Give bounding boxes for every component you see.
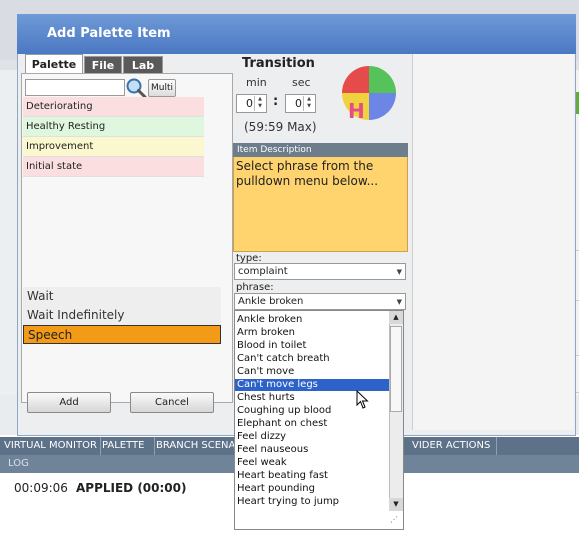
scroll-down-icon[interactable]: ▼ (389, 498, 403, 511)
search-icon[interactable] (125, 77, 147, 99)
tab-palette[interactable]: Palette (25, 54, 83, 74)
seconds-stepper[interactable]: 0 ▲ ▼ (285, 94, 316, 113)
scroll-up-icon[interactable]: ▲ (389, 311, 403, 324)
dialog-right-column (412, 54, 574, 430)
phrase-option[interactable]: Ankle broken (235, 314, 389, 326)
wait-option[interactable]: Wait (23, 287, 221, 306)
cancel-button[interactable]: Cancel (130, 392, 214, 413)
item-description-text: Select phrase from the pulldown menu bel… (236, 159, 379, 188)
scrollbar-thumb[interactable] (390, 326, 402, 412)
palette-item[interactable]: Improvement (23, 137, 204, 157)
phrase-label: phrase: (236, 282, 274, 293)
chevron-down-icon: ▼ (396, 268, 402, 276)
phrase-option[interactable]: Arm broken (235, 327, 389, 339)
dialog-title: Add Palette Item (17, 14, 576, 54)
transition-title: Transition (242, 56, 315, 71)
log-time: 00:09:06 (14, 481, 68, 495)
phrase-option[interactable]: Feel nauseous (235, 444, 389, 456)
palette-item[interactable]: Deteriorating (23, 97, 204, 117)
item-description-header: Item Description (233, 143, 408, 157)
phrase-option[interactable]: Can't move (235, 366, 389, 378)
search-input[interactable] (25, 79, 125, 96)
phrase-select[interactable]: Ankle broken ▼ (234, 293, 406, 310)
minutes-value: 0 (246, 97, 253, 110)
tab-branch-scenario[interactable]: BRANCH SCENARI (152, 437, 243, 455)
palette-item[interactable]: Initial state (23, 157, 204, 177)
resize-grip-icon[interactable]: ⋰ (390, 515, 402, 527)
type-select[interactable]: complaint ▼ (234, 263, 406, 280)
phrase-option[interactable]: Feel weak (235, 457, 389, 469)
tab-lab[interactable]: Lab (123, 56, 163, 74)
seconds-value: 0 (295, 97, 302, 110)
wait-indefinitely-option[interactable]: Wait Indefinitely (23, 306, 221, 325)
spinner-arrows-icon[interactable]: ▲ ▼ (254, 96, 265, 111)
minutes-label: min (246, 76, 267, 89)
log-message: APPLIED (00:00) (76, 481, 187, 495)
spinner-arrows-icon[interactable]: ▲ ▼ (303, 96, 314, 111)
phrase-option[interactable]: Heart pounding (235, 483, 389, 495)
app-left-edge (0, 70, 18, 430)
palette-item[interactable]: Healthy Resting (23, 117, 204, 137)
phrase-option[interactable]: Blood in toilet (235, 340, 389, 352)
wheel-letter: H (348, 99, 365, 122)
type-value: complaint (238, 266, 288, 277)
tab-palette-bottom[interactable]: PALETTE (98, 437, 155, 455)
phrase-value: Ankle broken (238, 296, 304, 307)
add-button[interactable]: Add (27, 392, 111, 413)
time-separator: : (273, 94, 279, 109)
seconds-label: sec (292, 76, 311, 89)
phrase-option[interactable]: Heart trying to jump (235, 496, 389, 508)
tab-virtual-monitor[interactable]: VIRTUAL MONITOR (0, 437, 101, 455)
tab-file[interactable]: File (84, 56, 122, 74)
phrase-option[interactable]: Elephant on chest (235, 418, 389, 430)
multi-button[interactable]: Multi (148, 79, 176, 97)
color-wheel-icon: H (340, 64, 398, 123)
max-time-label: (59:59 Max) (244, 120, 317, 134)
chevron-down-icon: ▼ (396, 298, 402, 306)
phrase-dropdown-list: Ankle broken Arm broken Blood in toilet … (234, 310, 404, 530)
minutes-stepper[interactable]: 0 ▲ ▼ (236, 94, 267, 113)
mouse-cursor-icon (356, 389, 370, 410)
tab-provider-actions[interactable]: VIDER ACTIONS (408, 437, 497, 455)
phrase-option[interactable]: Can't catch breath (235, 353, 389, 365)
speech-option[interactable]: Speech (23, 325, 221, 344)
phrase-option[interactable]: Feel dizzy (235, 431, 389, 443)
phrase-option[interactable]: Heart beating fast (235, 470, 389, 482)
